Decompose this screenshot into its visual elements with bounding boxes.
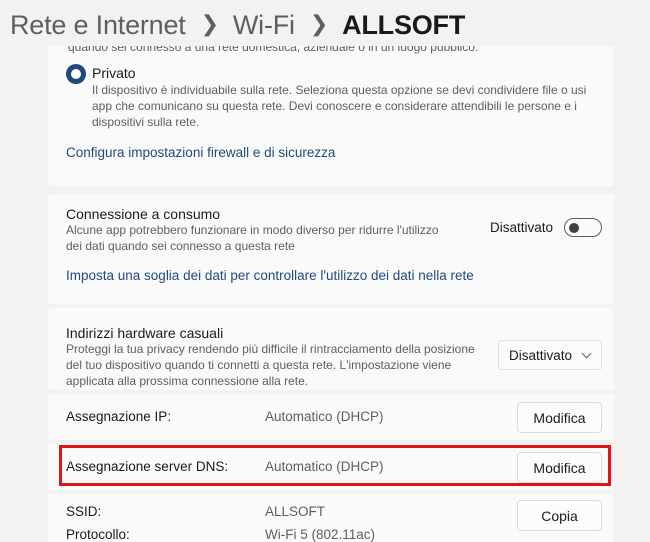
dns-assignment-value: Automatico (DHCP): [265, 459, 384, 474]
dns-assignment-row: Assegnazione server DNS: Automatico (DHC…: [48, 444, 614, 490]
metered-connection-card: Connessione a consumo Alcune app potrebb…: [48, 194, 614, 304]
ip-assignment-label: Assegnazione IP:: [66, 409, 172, 424]
dns-assignment-label: Assegnazione server DNS:: [66, 459, 229, 474]
metered-state-label: Disattivato: [490, 220, 554, 235]
metered-connection-description: Alcune app potrebbero funzionare in modo…: [66, 223, 439, 253]
data-limit-link[interactable]: Imposta una soglia dei dati per controll…: [66, 268, 474, 283]
breadcrumb-item-wifi[interactable]: Wi-Fi: [233, 10, 295, 41]
private-radio-button[interactable]: [66, 64, 86, 84]
edit-ip-button[interactable]: Modifica: [517, 402, 602, 433]
metered-connection-title: Connessione a consumo: [66, 206, 221, 222]
random-hardware-address-description: Proteggi la tua privacy rendendo più dif…: [66, 342, 475, 388]
ip-assignment-value: Automatico (DHCP): [265, 409, 384, 424]
private-option-description: Il dispositivo è individuabile sulla ret…: [92, 83, 587, 129]
chevron-right-icon: ❯: [200, 11, 219, 36]
page-title: ALLSOFT: [342, 9, 466, 40]
random-hardware-address-dropdown[interactable]: Disattivato: [498, 340, 602, 370]
chevron-right-icon: ❯: [309, 11, 329, 36]
ssid-value: ALLSOFT: [265, 504, 326, 519]
protocol-label: Protocollo:: [66, 527, 130, 542]
network-properties-row: SSID: ALLSOFT Protocollo: Wi-Fi 5 (802.1…: [48, 494, 614, 542]
settings-content: quando sei connesso a una rete domestica…: [48, 46, 614, 542]
protocol-value: Wi-Fi 5 (802.11ac): [265, 527, 376, 542]
breadcrumb: Rete e Internet ❯ Wi-Fi ❯ ALLSOFT: [10, 6, 465, 44]
ssid-label: SSID:: [66, 504, 102, 519]
random-hardware-address-title: Indirizzi hardware casuali: [66, 325, 224, 341]
metered-connection-toggle[interactable]: [564, 218, 602, 237]
dropdown-selected-value: Disattivato: [509, 347, 573, 363]
network-profile-card: quando sei connesso a una rete domestica…: [48, 46, 614, 186]
copy-button[interactable]: Copia: [517, 500, 602, 531]
chevron-down-icon: [581, 348, 592, 359]
edit-dns-button[interactable]: Modifica: [517, 452, 602, 483]
firewall-settings-link[interactable]: Configura impostazioni firewall e di sic…: [66, 145, 335, 160]
private-option-label[interactable]: Privato: [92, 64, 136, 82]
random-hardware-address-card: Indirizzi hardware casuali Proteggi la t…: [48, 308, 614, 390]
breadcrumb-item-network[interactable]: Rete e Internet: [10, 10, 186, 41]
network-profile-description-cut: quando sei connesso a una rete domestica…: [68, 46, 479, 54]
ip-assignment-row: Assegnazione IP: Automatico (DHCP) Modif…: [48, 394, 614, 440]
